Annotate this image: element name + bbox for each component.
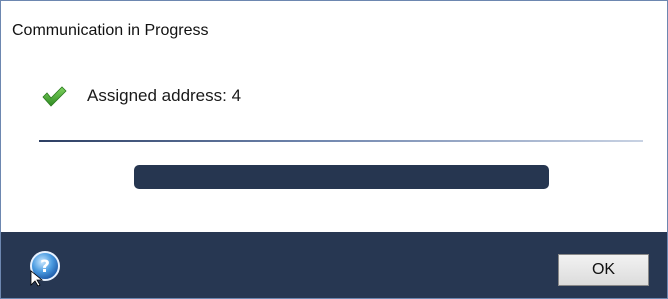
status-text: Assigned address: 4 bbox=[87, 86, 242, 105]
separator-line bbox=[39, 140, 643, 142]
progress-fill bbox=[134, 165, 549, 189]
check-icon bbox=[41, 85, 67, 107]
progress-bar bbox=[134, 165, 549, 189]
title-bar: Communication in Progress bbox=[1, 1, 667, 61]
svg-text:?: ? bbox=[40, 257, 50, 277]
dialog-content: Assigned address: 4 bbox=[1, 61, 667, 231]
ok-button[interactable]: OK bbox=[558, 254, 649, 286]
dialog-footer: ? OK bbox=[1, 232, 667, 298]
help-icon[interactable]: ? bbox=[27, 249, 65, 287]
dialog-title: Communication in Progress bbox=[12, 22, 209, 39]
communication-dialog: Communication in Progress Assigned addre… bbox=[0, 0, 668, 299]
status-row: Assigned address: 4 bbox=[41, 85, 241, 107]
